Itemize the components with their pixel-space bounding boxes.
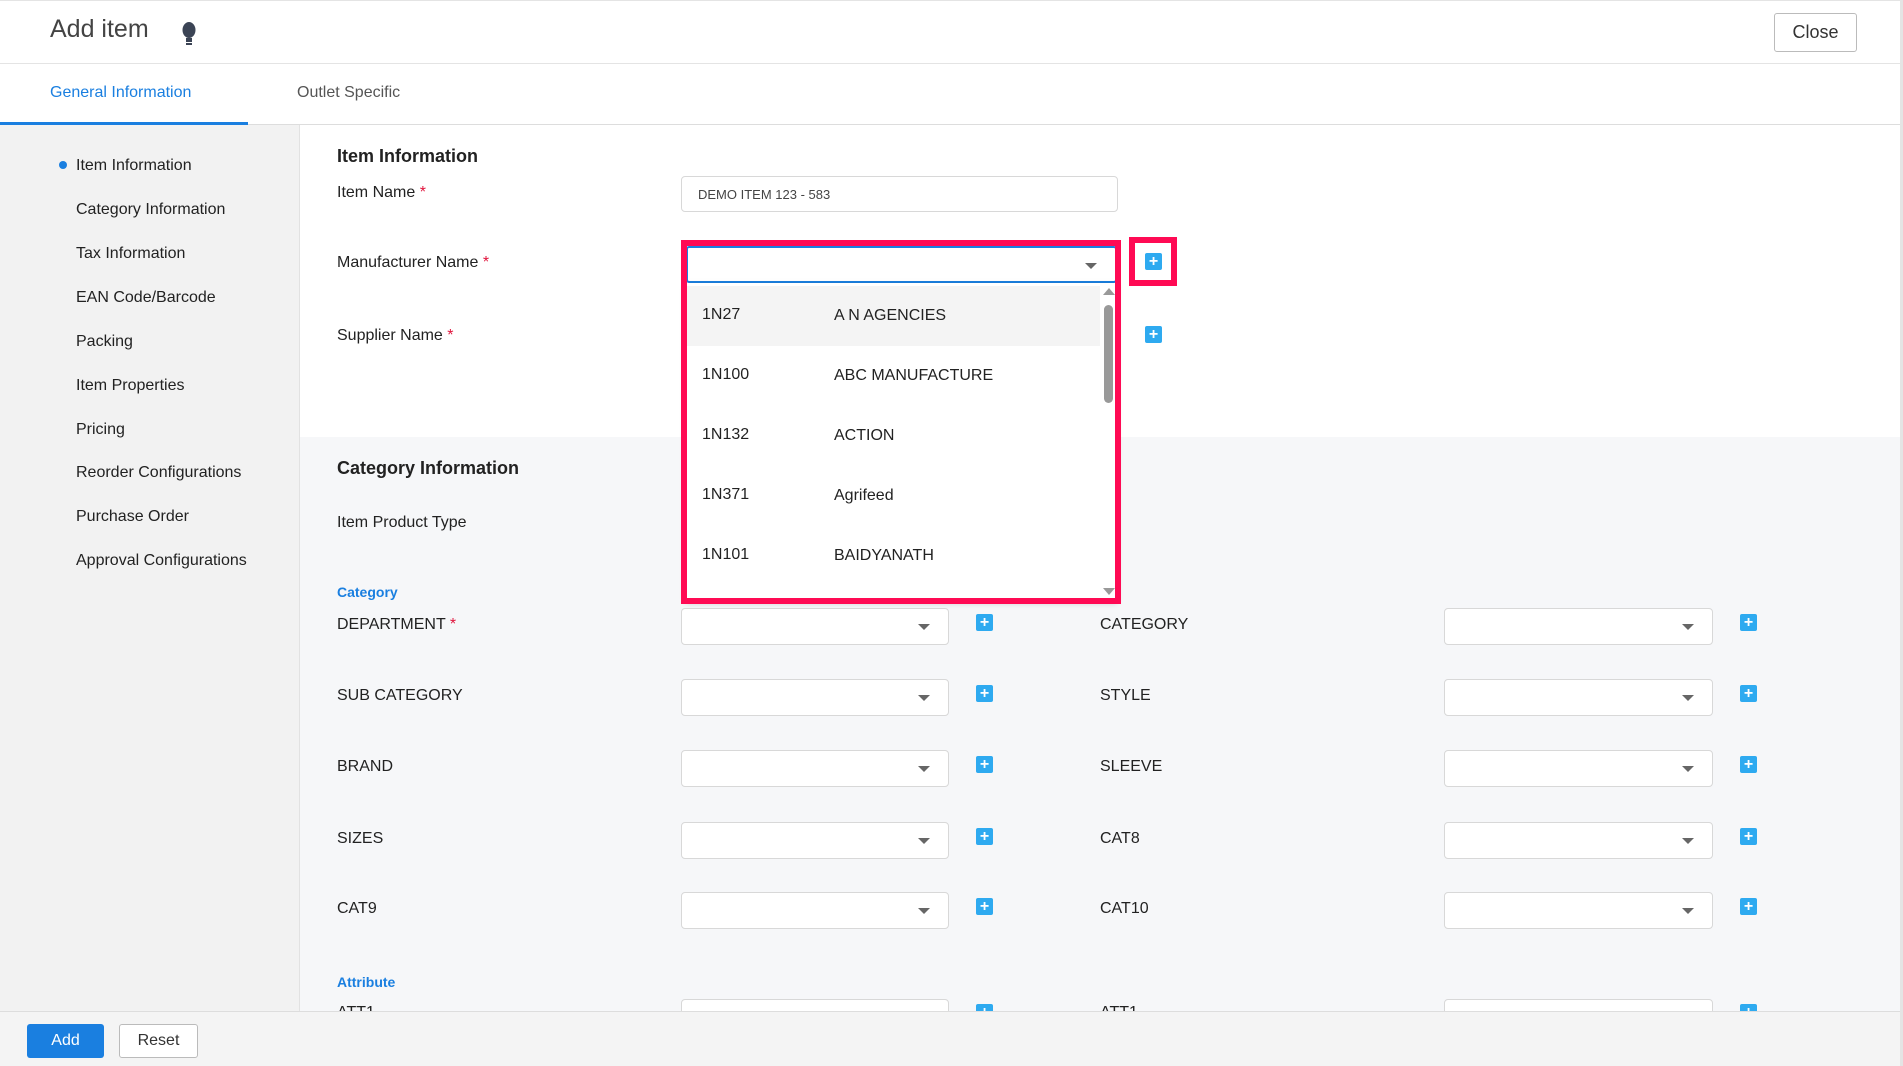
- category-row-right-label: SLEEVE: [1100, 758, 1163, 775]
- attribute-link[interactable]: Attribute: [337, 974, 395, 990]
- add-plus-icon[interactable]: +: [1740, 828, 1757, 845]
- chevron-down-icon: [1682, 695, 1694, 701]
- tab-bar: General Information Outlet Specific: [0, 64, 1903, 125]
- item-name-input[interactable]: DEMO ITEM 123 - 583: [681, 176, 1118, 212]
- header: Add item Close: [0, 0, 1903, 64]
- category-row-left-label: SIZES: [337, 830, 384, 847]
- add-plus-icon[interactable]: +: [976, 685, 993, 702]
- item-product-type-label: Item Product Type: [337, 514, 467, 531]
- chevron-down-icon: [1682, 838, 1694, 844]
- reset-button[interactable]: Reset: [119, 1024, 198, 1058]
- item-name-label: Item Name *: [337, 184, 426, 201]
- close-button[interactable]: Close: [1774, 13, 1857, 52]
- sidebar-item-approval-configurations[interactable]: Approval Configurations: [76, 552, 247, 570]
- chevron-down-icon: [918, 908, 930, 914]
- category-row-right-select[interactable]: [1444, 679, 1713, 716]
- category-link[interactable]: Category: [337, 584, 398, 600]
- category-row-left-select[interactable]: [681, 750, 949, 787]
- category-row-left-select[interactable]: [681, 822, 949, 859]
- highlight-box-dropdown: [681, 240, 1121, 604]
- category-information-heading: Category Information: [337, 458, 520, 478]
- category-row-right-select[interactable]: [1444, 822, 1713, 859]
- chevron-down-icon: [1682, 908, 1694, 914]
- category-row-left-select[interactable]: [681, 679, 949, 716]
- add-plus-icon[interactable]: +: [1740, 898, 1757, 915]
- chevron-down-icon: [918, 695, 930, 701]
- category-row-left-label: SUB CATEGORY: [337, 687, 463, 704]
- supplier-name-label: Supplier Name *: [337, 327, 454, 344]
- page-title: Add item: [50, 15, 149, 43]
- category-row-right-label: CATEGORY: [1100, 616, 1189, 633]
- manufacturer-name-label: Manufacturer Name *: [337, 254, 490, 271]
- category-row-left-label: CAT9: [337, 900, 377, 917]
- category-row-right-select[interactable]: [1444, 892, 1713, 929]
- add-plus-icon[interactable]: +: [976, 614, 993, 631]
- add-supplier-plus-icon[interactable]: +: [1145, 326, 1162, 343]
- category-row-left-label: BRAND: [337, 758, 394, 775]
- add-plus-icon[interactable]: +: [976, 756, 993, 773]
- sidebar-item-tax-information[interactable]: Tax Information: [76, 245, 185, 263]
- highlight-box-add-button: [1129, 237, 1177, 286]
- add-plus-icon[interactable]: +: [1740, 614, 1757, 631]
- add-button[interactable]: Add: [27, 1024, 104, 1058]
- footer: Add Reset: [0, 1011, 1903, 1066]
- lightbulb-icon[interactable]: [181, 21, 197, 47]
- sidebar-item-pricing[interactable]: Pricing: [76, 421, 125, 439]
- tab-outlet-specific[interactable]: Outlet Specific: [297, 84, 400, 102]
- category-row-right-label: CAT10: [1100, 900, 1149, 917]
- chevron-down-icon: [1682, 766, 1694, 772]
- chevron-down-icon: [918, 766, 930, 772]
- sidebar-item-item-information[interactable]: Item Information: [76, 157, 192, 175]
- add-plus-icon[interactable]: +: [1740, 685, 1757, 702]
- add-plus-icon[interactable]: +: [976, 828, 993, 845]
- add-plus-icon[interactable]: +: [1740, 756, 1757, 773]
- sidebar-item-item-properties[interactable]: Item Properties: [76, 377, 184, 395]
- category-row-right-select[interactable]: [1444, 750, 1713, 787]
- sidebar-item-reorder-configurations[interactable]: Reorder Configurations: [76, 464, 241, 482]
- category-row-right-select[interactable]: [1444, 608, 1713, 645]
- category-row-right-label: STYLE: [1100, 687, 1151, 704]
- category-row-left-select[interactable]: [681, 892, 949, 929]
- category-row-left-label: DEPARTMENT *: [337, 616, 457, 633]
- tab-general-information[interactable]: General Information: [50, 84, 191, 102]
- sidebar-item-ean-code[interactable]: EAN Code/Barcode: [76, 289, 216, 307]
- item-information-heading: Item Information: [337, 146, 479, 166]
- category-row-left-select[interactable]: [681, 608, 949, 645]
- sidebar-item-packing[interactable]: Packing: [76, 333, 133, 351]
- sidebar-item-purchase-order[interactable]: Purchase Order: [76, 508, 189, 526]
- chevron-down-icon: [918, 624, 930, 630]
- active-bullet-icon: [59, 161, 67, 169]
- chevron-down-icon: [1682, 624, 1694, 630]
- sidebar-item-category-information[interactable]: Category Information: [76, 201, 225, 219]
- add-plus-icon[interactable]: +: [976, 898, 993, 915]
- category-row-right-label: CAT8: [1100, 830, 1140, 847]
- chevron-down-icon: [918, 838, 930, 844]
